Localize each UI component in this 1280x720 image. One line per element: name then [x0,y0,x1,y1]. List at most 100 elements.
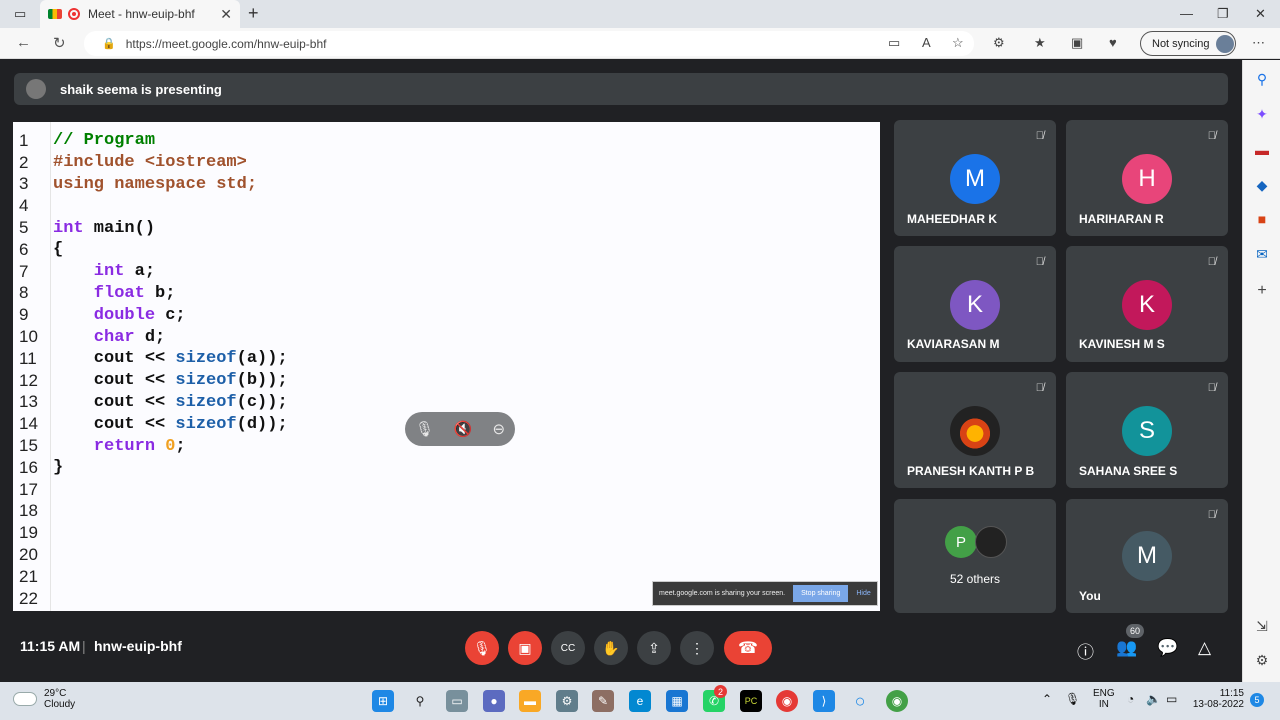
search-icon[interactable]: ⚲ [409,690,431,712]
code-text: cout << sizeof(c)); [51,393,288,412]
volume-icon[interactable]: 🔈 [1146,692,1161,706]
code-token: (c)); [236,392,288,412]
line-number: 2 [19,152,29,172]
participant-tile[interactable]: 🎙̸ S SAHANA SREE S [1066,372,1228,488]
meeting-info-icon[interactable]: ⓘ [1077,638,1094,663]
line-number: 16 [19,457,38,477]
chrome-profile-icon[interactable]: ◉ [886,690,908,712]
presenter-avatar [26,79,46,99]
store-icon[interactable]: ▦ [666,690,688,712]
code-token: main() [83,218,156,238]
edge-sidebar: ⚲ ✦ ▬ ◆ ■ ✉ + ⇲ ⚙ [1242,60,1280,682]
mic-off-icon[interactable]: 🎙 [415,420,434,438]
line-number: 7 [19,261,29,281]
cortana-icon[interactable]: ○ [849,690,871,712]
code-line: 4 [13,195,288,217]
code-token: 0 [165,436,176,456]
file-explorer-icon[interactable]: ▬ [519,690,541,712]
more-options-button[interactable]: ⋮ [680,631,714,665]
back-icon[interactable]: ← [16,34,31,51]
edge-icon[interactable]: e [629,690,651,712]
maximize-icon[interactable]: ❐ [1217,6,1229,22]
participant-tile[interactable]: 🎙̸ K KAVINESH M S [1066,246,1228,362]
new-tab-icon[interactable]: + [248,3,259,24]
participant-tile[interactable]: 🎙̸ PRANESH KANTH P B [894,372,1056,488]
language-indicator[interactable]: ENG IN [1093,688,1115,710]
pycharm-icon[interactable]: PC [740,690,762,712]
code-token: int [53,262,125,282]
code-line: 21 [13,566,288,588]
camera-toggle-button[interactable]: ▣ [508,631,542,665]
participant-tile[interactable]: 🎙̸ M MAHEEDHAR K [894,120,1056,236]
weather-widget[interactable]: 29°C Cloudy [14,688,75,710]
others-tile[interactable]: P 52 others [894,499,1056,613]
outlook-icon[interactable]: ✉ [1243,246,1280,263]
muted-icon: 🎙̸ [1035,130,1044,142]
sync-button[interactable]: Not syncing [1140,31,1236,56]
share-notice-text: meet.google.com is sharing your screen. [659,590,786,597]
collections-icon[interactable]: ▣ [1071,35,1083,51]
code-line: 22 [13,588,288,610]
code-line: 14 cout << sizeof(d)); [13,413,288,435]
settings-icon[interactable]: ⚙ [1243,652,1280,669]
present-button[interactable]: ⇪ [637,631,671,665]
notification-badge[interactable]: 5 [1250,693,1264,707]
line-number: 12 [19,370,38,390]
avatar [950,406,1000,456]
hide-button[interactable]: Hide [856,590,870,597]
hide-sidebar-icon[interactable]: ⇲ [1243,618,1280,635]
raise-hand-button[interactable]: ✋ [594,631,628,665]
muted-icon: 🎙̸ [1207,509,1216,521]
sound-off-icon[interactable]: 🔇 [454,420,473,438]
search-icon[interactable]: ⚲ [1243,71,1280,88]
browser-essentials-icon[interactable]: ♥ [1109,35,1117,50]
favorite-icon[interactable]: ☆ [952,35,964,51]
add-icon[interactable]: + [1243,282,1280,300]
tools-icon[interactable]: ▬ [1243,142,1280,158]
favorites-icon[interactable]: ★ [1034,35,1046,51]
close-tab-icon[interactable]: ✕ [220,6,232,23]
stop-sharing-button[interactable]: Stop sharing [793,585,849,602]
line-number: 5 [19,218,29,238]
notepad-icon[interactable]: ✎ [592,690,614,712]
refresh-icon[interactable]: ↻ [53,34,66,52]
chat-icon[interactable]: ● [483,690,505,712]
mic-toggle-button[interactable]: 🎙 [465,631,499,665]
code-line: 9 double c; [13,304,288,326]
wifi-icon[interactable]: ◔ [1127,692,1134,706]
vscode-icon[interactable]: ⟩ [813,690,835,712]
task-view-icon[interactable]: ▭ [446,690,468,712]
participant-tile[interactable]: 🎙̸ H HARIHARAN R [1066,120,1228,236]
participant-tile[interactable]: 🎙̸ K KAVIARASAN M [894,246,1056,362]
self-tile[interactable]: 🎙̸ M You [1066,499,1228,613]
games-icon[interactable]: ◆ [1243,177,1280,194]
chrome-icon[interactable]: ◉ [776,690,798,712]
tab-actions-icon[interactable]: ▭ [14,6,26,22]
close-window-icon[interactable]: ✕ [1255,6,1266,22]
battery-icon[interactable]: ▭ [1166,692,1177,706]
microphone-icon[interactable]: 🎙 [1065,692,1080,706]
tray-overflow-icon[interactable]: ⌃ [1042,692,1052,706]
line-number: 18 [19,501,38,521]
read-aloud-icon[interactable]: A [922,35,931,50]
camera-icon[interactable]: ▭ [888,35,900,51]
leave-call-button[interactable]: ☎ [724,631,772,665]
captions-button[interactable]: CC [551,631,585,665]
code-token: sizeof [175,414,237,434]
settings-icon[interactable]: ⚙ [556,690,578,712]
more-icon[interactable]: ⋯ [1252,35,1265,51]
minimize-tile-icon[interactable]: ⊖ [492,420,505,438]
browser-tab[interactable]: Meet - hnw-euip-bhf ✕ [40,0,240,28]
office-icon[interactable]: ■ [1243,211,1280,227]
chat-icon[interactable]: 💬 [1157,638,1178,658]
code-token: d; [134,327,166,347]
clock[interactable]: 11:15 13-08-2022 [1190,688,1244,710]
discover-icon[interactable]: ✦ [1243,106,1280,123]
code-text: return 0; [51,437,186,456]
extensions-icon[interactable]: ⚙ [993,35,1005,51]
minimize-icon[interactable]: — [1180,6,1193,21]
people-icon[interactable]: 👥 [1116,638,1137,658]
activities-icon[interactable]: △ [1198,638,1211,658]
url-field[interactable]: 🔒 https://meet.google.com/hnw-euip-bhf [84,31,974,56]
start-icon[interactable]: ⊞ [372,690,394,712]
